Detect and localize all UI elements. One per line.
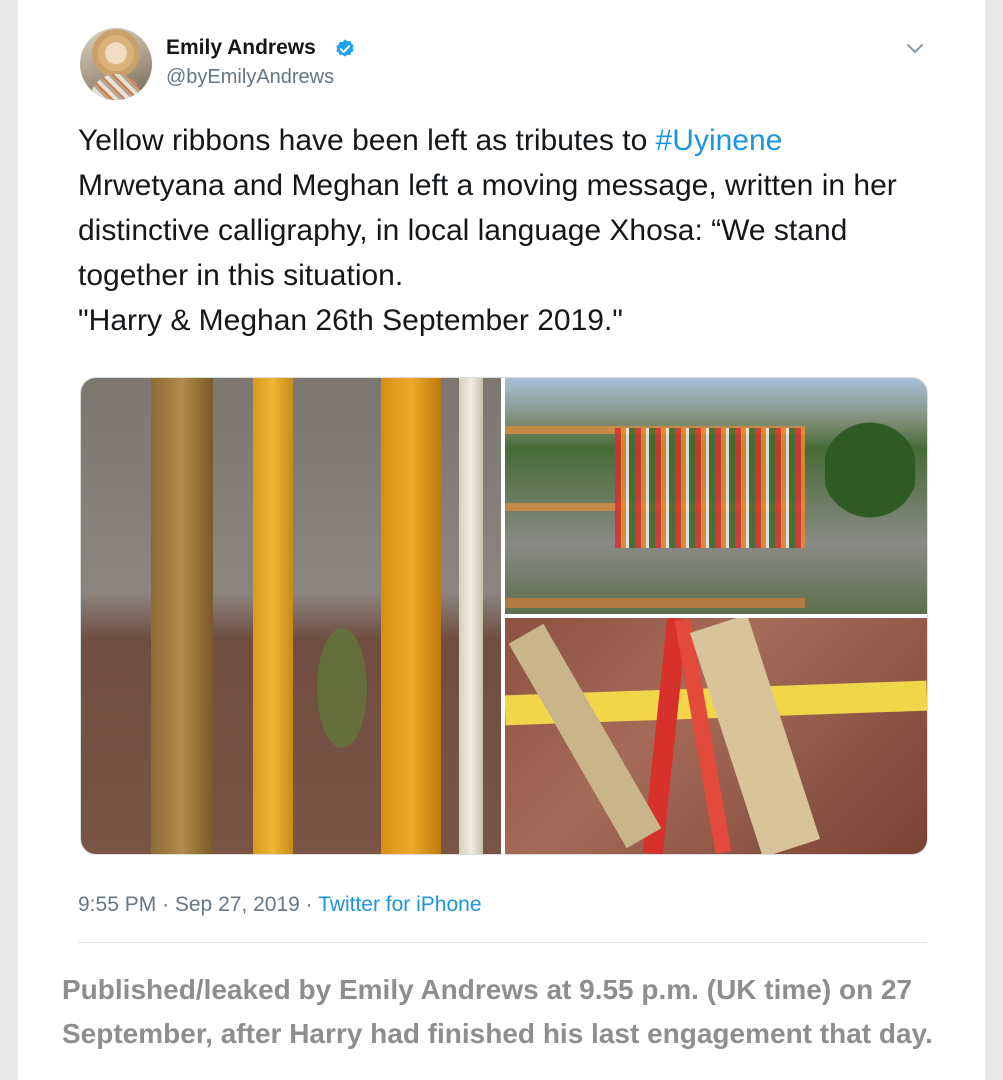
photo-fence-with-ribbons[interactable] [505,378,927,614]
tweet-text: Yellow ribbons have been left as tribute… [78,118,948,343]
tweet-time[interactable]: 9:55 PM · Sep 27, 2019 · [78,893,318,916]
tweet-timestamp: 9:55 PM · Sep 27, 2019 · Twitter for iPh… [78,893,482,917]
tweet-card: Emily Andrews @byEmilyAndrews Yellow rib… [18,0,985,1080]
caption-text: Published/leaked by Emily Andrews at 9.5… [62,974,933,1049]
verified-badge-icon [336,39,354,57]
tweet-media-grid[interactable] [80,377,928,855]
hashtag-link[interactable]: #Uyinene [656,124,783,157]
author-name[interactable]: Emily Andrews [166,36,316,60]
tweet-text-start: Yellow ribbons have been left as tribute… [78,124,656,157]
author-handle[interactable]: @byEmilyAndrews [166,66,334,89]
photo-ribbons-closeup[interactable] [81,378,501,854]
tweet-source-link[interactable]: Twitter for iPhone [318,893,481,916]
author-avatar[interactable] [80,28,152,100]
photo-yellow-ribbon-message[interactable] [505,618,927,854]
tweet-text-rest: Mrwetyana and Meghan left a moving messa… [78,169,897,337]
divider [78,942,926,943]
chevron-down-icon[interactable] [903,36,927,60]
